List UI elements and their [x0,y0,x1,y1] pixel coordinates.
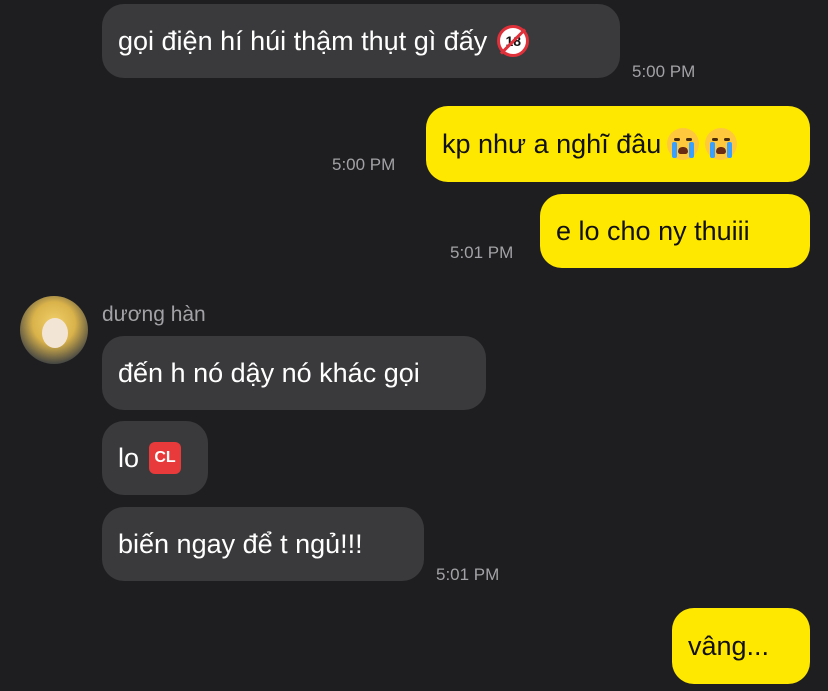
crying-face-icon [705,128,738,160]
message-text: e lo cho ny thuiii [556,215,750,246]
outgoing-message-bubble[interactable]: vâng... [672,608,810,684]
incoming-message-bubble[interactable]: đến h nó dậy nó khác gọi [102,336,486,410]
incoming-message-bubble[interactable]: lo CL [102,421,208,495]
message-timestamp: 5:00 PM [632,62,696,81]
message-timestamp: 5:01 PM [450,243,514,262]
outgoing-message-bubble[interactable]: kp như a nghĩ đâu [426,106,810,182]
no-under-18-icon: 18 [497,25,530,57]
incoming-message-bubble[interactable]: biến ngay để t ngủ!!! [102,507,424,581]
message-timestamp: 5:00 PM [332,155,396,174]
message-text: vâng... [688,630,770,661]
message-text: đến h nó dậy nó khác gọi [118,357,420,388]
incoming-message-bubble[interactable]: gọi điện hí húi thậm thụt gì đấy 18 [102,4,620,78]
avatar[interactable] [20,296,88,364]
message-timestamp: 5:01 PM [436,565,500,584]
message-text: gọi điện hí húi thậm thụt gì đấy [118,25,488,56]
outgoing-message-bubble[interactable]: e lo cho ny thuiii [540,194,810,268]
crying-face-icon [667,128,700,160]
sender-name: dương hàn [102,303,206,326]
message-text: kp như a nghĩ đâu [442,128,662,159]
message-text: biến ngay để t ngủ!!! [118,528,363,559]
message-text: lo [118,442,140,473]
cl-button-icon: CL [149,442,182,474]
